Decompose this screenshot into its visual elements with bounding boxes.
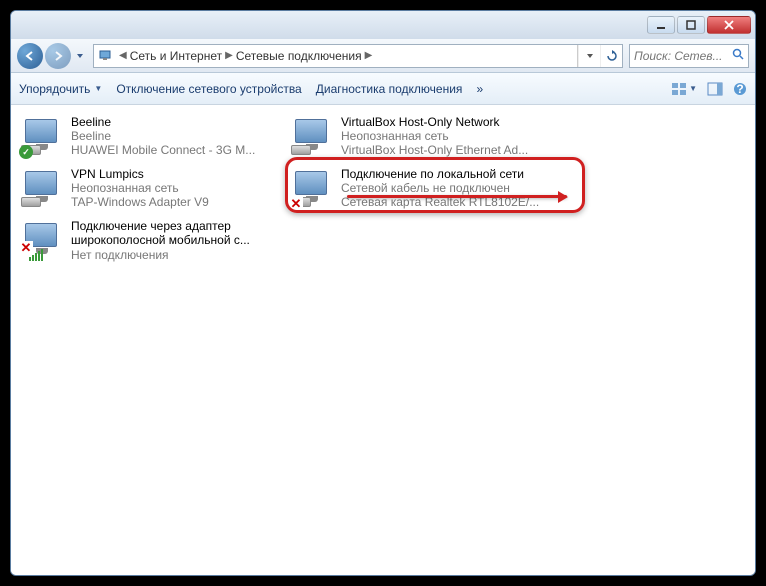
titlebar <box>11 11 755 39</box>
breadcrumb-separator: ◀ <box>118 50 128 61</box>
back-button[interactable] <box>17 43 43 69</box>
refresh-button[interactable] <box>600 45 622 67</box>
connection-icon <box>291 115 335 159</box>
connection-title: Beeline <box>71 115 283 129</box>
connection-subtitle: Неопознанная сеть <box>71 181 283 195</box>
search-input[interactable] <box>634 49 732 63</box>
preview-pane-button[interactable] <box>707 82 723 96</box>
connection-device: Нет подключения <box>71 248 283 262</box>
connection-icon: ✕ <box>21 219 65 263</box>
connection-item[interactable]: VirtualBox Host-Only Network Неопознанна… <box>287 113 557 165</box>
maximize-button[interactable] <box>677 16 705 34</box>
connection-title: Подключение по локальной сети <box>341 167 553 181</box>
breadcrumb-item[interactable]: Сетевые подключения <box>234 49 364 63</box>
connection-subtitle: Неопознанная сеть <box>341 129 553 143</box>
connection-item[interactable]: ✕ Подключение по локальной сети Сетевой … <box>287 165 557 217</box>
connection-icon: ✓ <box>21 115 65 159</box>
breadcrumb-item[interactable]: Сеть и Интернет <box>128 49 224 63</box>
history-dropdown-icon[interactable] <box>578 45 600 67</box>
nav-history-dropdown[interactable] <box>73 45 87 67</box>
search-icon[interactable] <box>732 48 744 63</box>
breadcrumb-separator: ▶ <box>364 50 374 61</box>
connection-icon <box>21 167 65 211</box>
connection-subtitle: Beeline <box>71 129 283 143</box>
connection-device: TAP-Windows Adapter V9 <box>71 195 283 209</box>
forward-button[interactable] <box>45 43 71 69</box>
minimize-button[interactable] <box>647 16 675 34</box>
address-bar[interactable]: ◀ Сеть и Интернет ▶ Сетевые подключения … <box>93 44 623 68</box>
navbar: ◀ Сеть и Интернет ▶ Сетевые подключения … <box>11 39 755 73</box>
disable-device-button[interactable]: Отключение сетевого устройства <box>116 82 301 96</box>
help-button[interactable]: ? <box>733 82 747 96</box>
view-button[interactable]: ▼ <box>671 82 697 96</box>
highlight-arrow <box>347 195 567 198</box>
connection-item[interactable]: ✕ Подключение через адаптер широкополосн… <box>17 217 287 269</box>
status-error-icon: ✕ <box>289 197 303 211</box>
connection-item[interactable]: ✓ Beeline Beeline HUAWEI Mobile Connect … <box>17 113 287 165</box>
close-button[interactable] <box>707 16 751 34</box>
svg-text:?: ? <box>736 82 743 96</box>
address-buttons <box>577 45 622 67</box>
toolbar: Упорядочить▼ Отключение сетевого устройс… <box>11 73 755 105</box>
more-button[interactable]: » <box>476 82 483 96</box>
signal-bars-icon <box>29 249 43 261</box>
search-box[interactable] <box>629 44 749 68</box>
diagnose-button[interactable]: Диагностика подключения <box>316 82 463 96</box>
connection-title: VPN Lumpics <box>71 167 283 181</box>
organize-button[interactable]: Упорядочить▼ <box>19 82 102 96</box>
connection-title: Подключение через адаптер широкополосной… <box>71 219 283 248</box>
breadcrumb-separator: ▶ <box>224 50 234 61</box>
connection-item[interactable]: VPN Lumpics Неопознанная сеть TAP-Window… <box>17 165 287 217</box>
content-area: ✓ Beeline Beeline HUAWEI Mobile Connect … <box>11 105 755 575</box>
status-ok-icon: ✓ <box>19 145 33 159</box>
connection-icon: ✕ <box>291 167 335 211</box>
window: ◀ Сеть и Интернет ▶ Сетевые подключения … <box>10 10 756 576</box>
connection-device: VirtualBox Host-Only Ethernet Ad... <box>341 143 553 157</box>
connection-device: HUAWEI Mobile Connect - 3G M... <box>71 143 283 157</box>
connection-subtitle: Сетевой кабель не подключен <box>341 181 553 195</box>
connection-title: VirtualBox Host-Only Network <box>341 115 553 129</box>
network-icon <box>98 48 114 64</box>
